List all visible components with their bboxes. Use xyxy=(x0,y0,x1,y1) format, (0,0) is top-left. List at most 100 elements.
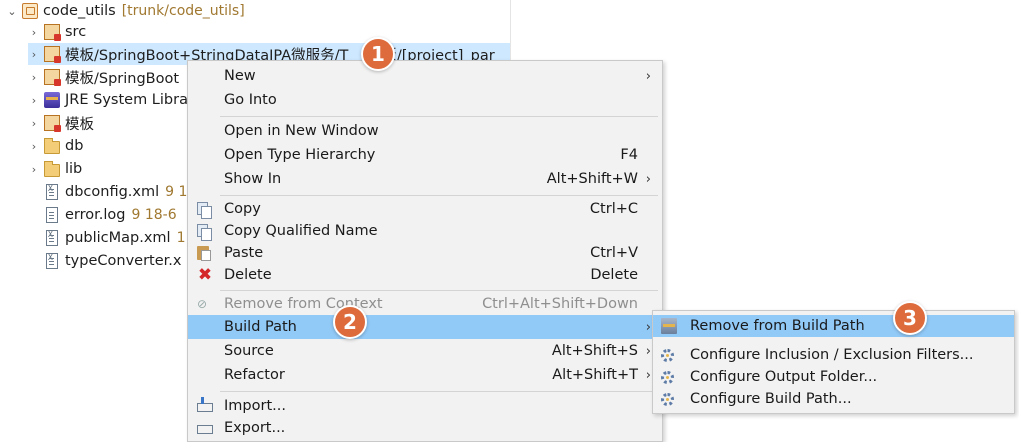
project-label: code_utils xyxy=(43,3,116,19)
tree-item-label: db xyxy=(65,138,84,154)
menu-item-shortcut: Alt+Shift+W xyxy=(546,171,638,187)
remove-context-icon: ⊘ xyxy=(197,297,208,311)
submenu-item-configure-build-path[interactable]: Configure Build Path... xyxy=(653,388,1014,410)
submenu-arrow-icon: › xyxy=(645,367,651,383)
log-file-icon xyxy=(46,207,58,223)
menu-item-paste[interactable]: Paste Ctrl+V xyxy=(188,241,662,265)
menu-item-label: Go Into xyxy=(224,92,277,108)
source-package-icon xyxy=(44,115,61,132)
menu-item-open-new-window[interactable]: Open in New Window xyxy=(188,119,662,143)
expand-chevron-icon[interactable]: ⌄ xyxy=(6,5,18,18)
menu-separator xyxy=(220,290,658,291)
jre-library-icon xyxy=(44,92,60,108)
tree-item-package[interactable]: › 模板/SpringBoot xyxy=(28,66,179,88)
submenu-item-configure-output-folder[interactable]: Configure Output Folder... xyxy=(653,366,1014,388)
collapse-chevron-icon[interactable]: › xyxy=(28,94,40,107)
tree-row-project[interactable]: ⌄ code_utils [trunk/code_utils] xyxy=(6,0,245,22)
copy-qualified-name-icon xyxy=(197,224,212,241)
menu-item-build-path[interactable]: Build Path › xyxy=(188,315,662,339)
menu-item-import[interactable]: Import... xyxy=(188,394,662,418)
menu-item-label: Show In xyxy=(224,171,282,187)
menu-separator xyxy=(220,116,658,117)
menu-item-label: Copy Qualified Name xyxy=(224,223,378,239)
submenu-item-configure-filters[interactable]: Configure Inclusion / Exclusion Filters.… xyxy=(653,344,1014,366)
xml-file-icon xyxy=(46,253,58,269)
tree-item-src[interactable]: › src xyxy=(28,21,86,43)
delete-icon: ✖ xyxy=(197,265,213,285)
step-badge-2: 2 xyxy=(333,305,367,339)
menu-item-show-in[interactable]: Show In Alt+Shift+W › xyxy=(188,167,662,191)
tree-item-dbconfig[interactable]: dbconfig.xml 9 1 xyxy=(44,181,187,203)
tree-item-label: 模板 xyxy=(65,116,94,133)
collapse-chevron-icon[interactable]: › xyxy=(28,163,40,176)
menu-item-remove-from-context: ⊘ Remove from Context Ctrl+Alt+Shift+Dow… xyxy=(188,292,662,316)
collapse-chevron-icon[interactable]: › xyxy=(28,26,40,39)
build-path-submenu: Remove from Build Path Configure Inclusi… xyxy=(652,310,1015,414)
menu-item-source[interactable]: Source Alt+Shift+S › xyxy=(188,339,662,363)
menu-item-shortcut: Delete xyxy=(590,267,638,283)
tree-item-lib[interactable]: › lib xyxy=(28,158,82,180)
xml-file-icon xyxy=(46,184,58,200)
tree-item-svn-decoration: 9 1 xyxy=(165,184,188,200)
submenu-item-label: Remove from Build Path xyxy=(690,318,865,334)
source-package-icon xyxy=(44,46,61,63)
menu-item-shortcut: Alt+Shift+T xyxy=(552,367,638,383)
menu-item-new[interactable]: New › xyxy=(188,64,662,88)
folder-icon xyxy=(44,137,60,154)
menu-item-refactor[interactable]: Refactor Alt+Shift+T › xyxy=(188,363,662,387)
menu-item-label: Import... xyxy=(224,398,286,414)
tree-item-typeconverter[interactable]: typeConverter.x xyxy=(44,250,181,272)
tree-item-label: JRE System Libra xyxy=(65,92,188,108)
collapse-chevron-icon[interactable]: › xyxy=(28,48,40,61)
tree-item-jre[interactable]: › JRE System Libra xyxy=(28,89,188,111)
source-package-icon xyxy=(44,69,61,86)
menu-item-shortcut: Ctrl+C xyxy=(589,201,638,217)
project-icon xyxy=(22,3,38,19)
submenu-item-remove-from-build-path[interactable]: Remove from Build Path xyxy=(653,315,1014,337)
tree-item-db[interactable]: › db xyxy=(28,135,83,157)
tree-item-svn-decoration: 9 18-6 xyxy=(131,207,177,223)
export-icon xyxy=(197,425,213,434)
build-path-remove-icon xyxy=(661,318,677,334)
folder-icon xyxy=(44,160,60,177)
menu-item-go-into[interactable]: Go Into xyxy=(188,88,662,112)
tree-item-label: lib xyxy=(65,161,83,177)
submenu-arrow-icon: › xyxy=(645,343,651,359)
menu-item-label: Build Path xyxy=(224,319,297,335)
menu-item-label: Delete xyxy=(224,267,272,283)
configure-output-folder-icon xyxy=(661,371,674,384)
menu-item-export[interactable]: Export... xyxy=(188,416,662,440)
step-badge-3: 3 xyxy=(893,301,927,335)
collapse-chevron-icon[interactable]: › xyxy=(28,71,40,84)
context-menu: New › Go Into Open in New Window Open Ty… xyxy=(187,60,663,442)
menu-item-shortcut: Ctrl+Alt+Shift+Down xyxy=(482,296,638,312)
configure-build-path-icon xyxy=(661,393,674,406)
collapse-chevron-icon[interactable]: › xyxy=(28,117,40,130)
menu-item-label: Source xyxy=(224,343,274,359)
paste-icon xyxy=(197,246,211,261)
tree-item-label: 模板/SpringBoot xyxy=(65,70,180,87)
menu-item-label: New xyxy=(224,68,256,84)
menu-item-copy[interactable]: Copy Ctrl+C xyxy=(188,197,662,221)
tree-item-label: error.log xyxy=(65,207,126,223)
submenu-arrow-icon: › xyxy=(645,319,651,335)
menu-item-shortcut: F4 xyxy=(620,147,638,163)
collapse-chevron-icon[interactable]: › xyxy=(28,140,40,153)
menu-item-copy-qualified-name[interactable]: Copy Qualified Name xyxy=(188,219,662,243)
project-svn-decoration: [trunk/code_utils] xyxy=(121,3,245,19)
tree-item-errorlog[interactable]: error.log 9 18-6 xyxy=(44,204,177,226)
tree-item-label: typeConverter.x xyxy=(65,253,182,269)
menu-item-label: Open Type Hierarchy xyxy=(224,147,376,163)
menu-item-delete[interactable]: ✖ Delete Delete xyxy=(188,263,662,287)
submenu-arrow-icon: › xyxy=(645,171,651,187)
menu-item-open-type-hierarchy[interactable]: Open Type Hierarchy F4 xyxy=(188,143,662,167)
menu-item-label: Copy xyxy=(224,201,261,217)
source-package-icon xyxy=(44,24,61,41)
copy-icon xyxy=(197,202,212,219)
menu-separator xyxy=(220,391,658,392)
menu-item-shortcut: Alt+Shift+S xyxy=(551,343,638,359)
submenu-item-label: Configure Build Path... xyxy=(690,391,852,407)
tree-item-template[interactable]: › 模板 xyxy=(28,112,94,134)
menu-item-label: Open in New Window xyxy=(224,123,379,139)
tree-item-publicmap[interactable]: publicMap.xml 1 xyxy=(44,227,186,249)
